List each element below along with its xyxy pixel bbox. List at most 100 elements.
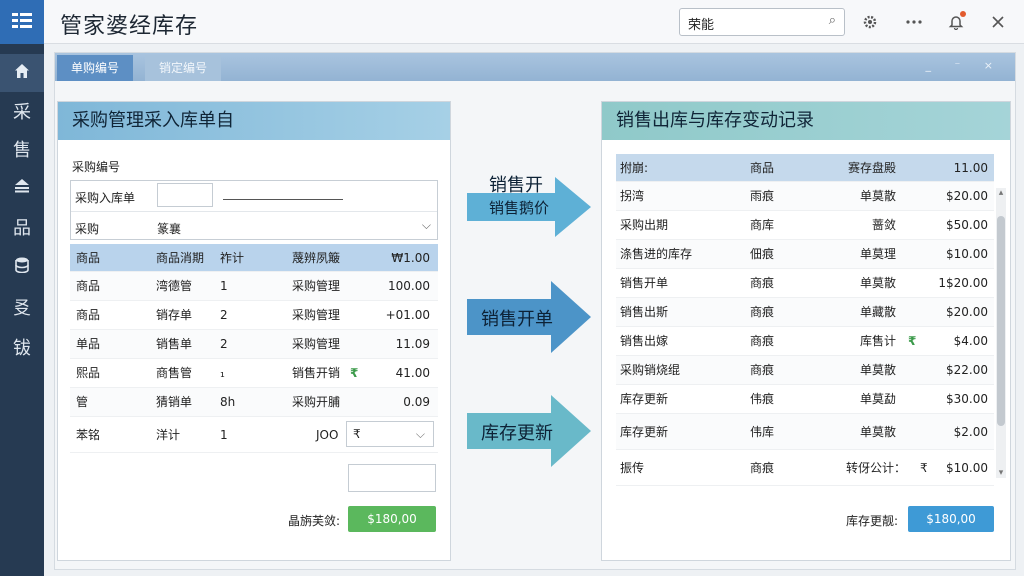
table-row[interactable]: 商品 湾德管 1 采购管理 100.00 [70, 272, 438, 301]
table-row[interactable]: 振传 商痕 转伢公计： ₹ $10.00 [616, 450, 994, 486]
cell: 苯铭 [76, 428, 101, 442]
cell: 1 [220, 279, 228, 293]
purchase-select-value[interactable]: 篆襄 [157, 220, 181, 237]
receipt-label: 采购入库单 [75, 191, 136, 205]
sidebar-item-report[interactable]: 㕛 [0, 288, 44, 326]
sidebar-item-purchase[interactable]: 采 [0, 92, 44, 130]
more-icon[interactable] [902, 10, 926, 34]
sales-table: 拊崩: 商品 赛存盘殿 11.00 拐湾 雨痕 单莫散 $20.00 采购出期 … [616, 154, 994, 486]
cell: $10.00 [946, 461, 988, 475]
cell: 雨痕 [750, 189, 775, 203]
cell: 商痕 [750, 334, 775, 348]
cell: 单藏散 [860, 305, 897, 319]
scroll-down-icon[interactable]: ▾ [996, 468, 1006, 478]
cell: 单莫散 [860, 189, 897, 203]
purchase-total-button[interactable]: $180,00 [348, 506, 436, 532]
cell: 单莫散 [860, 363, 897, 377]
sidebar-item-settings[interactable]: 钹 [0, 328, 44, 366]
window-controls[interactable]: _ ⁻ × [925, 59, 1003, 72]
receipt-input[interactable] [157, 183, 213, 207]
tab-sales-no[interactable]: 销定编号 [145, 55, 222, 81]
notification-icon[interactable] [944, 10, 968, 34]
purchase-form: 采购入库单 采购 篆襄 ⌵ [70, 180, 438, 240]
cell: 销售开单 [620, 276, 669, 290]
cell: $20.00 [946, 189, 988, 203]
purchase-panel-title: 采购管理采入库单自 [58, 102, 450, 140]
table-row[interactable]: 单品 销售单 2 采购管理 11.09 [70, 330, 438, 359]
sidebar-item-database[interactable] [0, 248, 44, 286]
table-row[interactable]: 熙品 商售管 ₁ 销售开销 ₹ 41.00 [70, 359, 438, 388]
table-row[interactable]: 库存更新 伟痕 单莫勐 $30.00 [616, 385, 994, 414]
settings-icon[interactable] [858, 10, 882, 34]
table-row[interactable]: 管 猜销单 8h 采购开脯 0.09 [70, 388, 438, 417]
table-row[interactable]: 商品 销存单 2 采购管理 +01.00 [70, 301, 438, 330]
cell: 振传 [620, 461, 645, 475]
tab-purchase-no[interactable]: 单购编号 [57, 55, 134, 81]
rupee-mark: ₹ [350, 366, 359, 380]
cell: $4.00 [953, 334, 988, 348]
table-row[interactable]: 苯铭 洋计 1 JOO ₹ ⌵ [70, 417, 438, 453]
sidebar-item-sales[interactable]: 售 [0, 130, 44, 168]
chevron-down-icon[interactable]: ⌵ [422, 218, 431, 233]
cell: 销售出嫁 [620, 334, 669, 348]
cell: 销存单 [156, 308, 193, 322]
close-icon[interactable] [986, 10, 1010, 34]
currency-select-value: ₹ [353, 427, 361, 441]
cell: 销售出斯 [620, 305, 669, 319]
table-row[interactable]: 库存更新 伟库 单莫散 $2.00 [616, 414, 994, 450]
sidebar: 采 售 品 㕛 钹 [0, 44, 44, 576]
cell: $22.00 [946, 363, 988, 377]
cell: ₁ [220, 366, 225, 380]
menu-button[interactable] [0, 0, 44, 44]
cell: 猜销单 [156, 395, 193, 409]
flow-arrow-sales-order: 销售开单 [467, 281, 591, 353]
table-row[interactable]: 销售开单 商痕 单莫散 1$20.00 [616, 269, 994, 298]
cell: 佃痕 [750, 247, 775, 261]
scroll-up-icon[interactable]: ▴ [996, 188, 1006, 198]
cell: 1$20.00 [938, 276, 988, 290]
search-icon[interactable]: ⌕ [829, 13, 836, 28]
flow-arrow-label: 库存更新 [481, 423, 553, 444]
sidebar-item-warehouse[interactable] [0, 168, 44, 206]
cell: 商品 [76, 279, 101, 293]
rupee-mark: ₹ [920, 461, 928, 475]
cell: $30.00 [946, 392, 988, 406]
sales-total-button[interactable]: $180,00 [908, 506, 994, 532]
purchase-panel: 采购管理采入库单自 采购编号 采购入库单 采购 篆襄 ⌵ 商品 商品消期 祚计 … [57, 101, 451, 561]
col-header: 商品消期 [156, 251, 205, 265]
cell: 销售开销 [292, 366, 341, 380]
cell: 洋计 [156, 428, 181, 442]
flow-arrow-inventory-update: 库存更新 [467, 395, 591, 467]
cell: 采购开脯 [292, 395, 341, 409]
table-header-row: 拊崩: 商品 赛存盘殿 11.00 [616, 154, 994, 182]
col-header: 祚计 [220, 251, 245, 265]
table-row[interactable]: 拐湾 雨痕 单莫散 $20.00 [616, 182, 994, 211]
sidebar-item-home[interactable] [0, 54, 44, 92]
cell: 采购销烧绲 [620, 363, 681, 377]
col-header: 商品 [750, 161, 775, 175]
col-header: ₩1.00 [391, 251, 430, 265]
cell: 商库 [750, 218, 775, 232]
cell: 单莫散 [860, 276, 897, 290]
form-row-purchase: 采购 篆襄 ⌵ [71, 211, 437, 241]
menu-icon [11, 11, 33, 33]
amount-input[interactable] [348, 464, 436, 492]
scrollbar-thumb[interactable] [997, 216, 1005, 426]
cell: 100.00 [388, 279, 430, 293]
currency-select[interactable]: ₹ ⌵ [346, 421, 434, 447]
table-row[interactable]: 销售出嫁 商痕 库售计 ₹ $4.00 [616, 327, 994, 356]
table-row[interactable]: 涤售进的库存 佃痕 单莫理 $10.00 [616, 240, 994, 269]
cell: 商痕 [750, 276, 775, 290]
warehouse-icon [13, 177, 31, 198]
flow-arrow-sales-price: 销售鹅价 [467, 177, 591, 237]
search-input[interactable]: 荣能 ⌕ [679, 8, 845, 36]
receipt-underline [223, 199, 343, 200]
col-header: 11.00 [953, 161, 988, 175]
rupee-mark: ₹ [908, 334, 917, 348]
sidebar-item-product[interactable]: 品 [0, 208, 44, 246]
table-row[interactable]: 采购销烧绲 商痕 单莫散 $22.00 [616, 356, 994, 385]
table-row[interactable]: 销售出斯 商痕 单藏散 $20.00 [616, 298, 994, 327]
table-row[interactable]: 采购出期 商库 蔷敛 $50.00 [616, 211, 994, 240]
scrollbar[interactable]: ▴ ▾ [996, 188, 1006, 478]
sales-panel-title: 销售出库与库存变动记录 [602, 102, 1010, 140]
